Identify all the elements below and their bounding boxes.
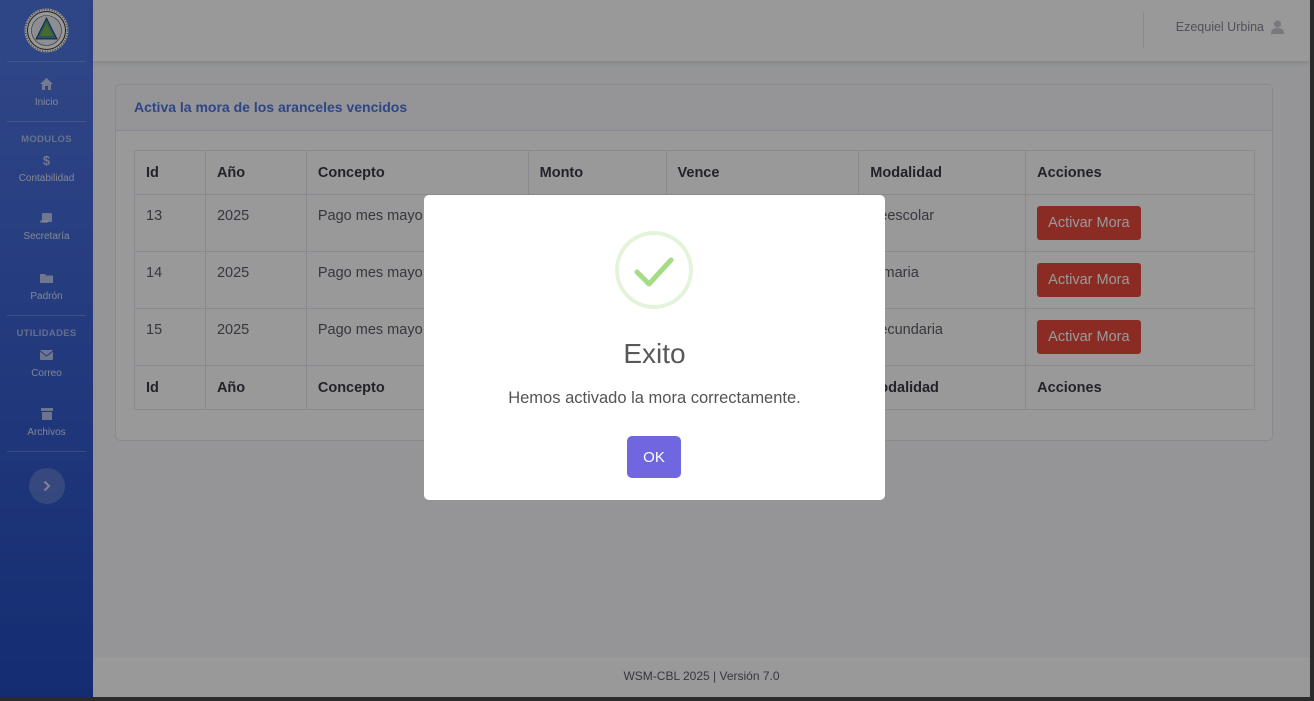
dialog-title: Exito (623, 338, 686, 369)
success-check-icon (615, 231, 693, 309)
app-window: Inicio MODULOS $ Contabilidad Secretaría… (0, 0, 1310, 697)
dialog-message: Hemos activado la mora correctamente. (508, 389, 801, 407)
ok-button[interactable]: OK (627, 436, 681, 478)
success-dialog: Exito Hemos activado la mora correctamen… (424, 195, 885, 500)
